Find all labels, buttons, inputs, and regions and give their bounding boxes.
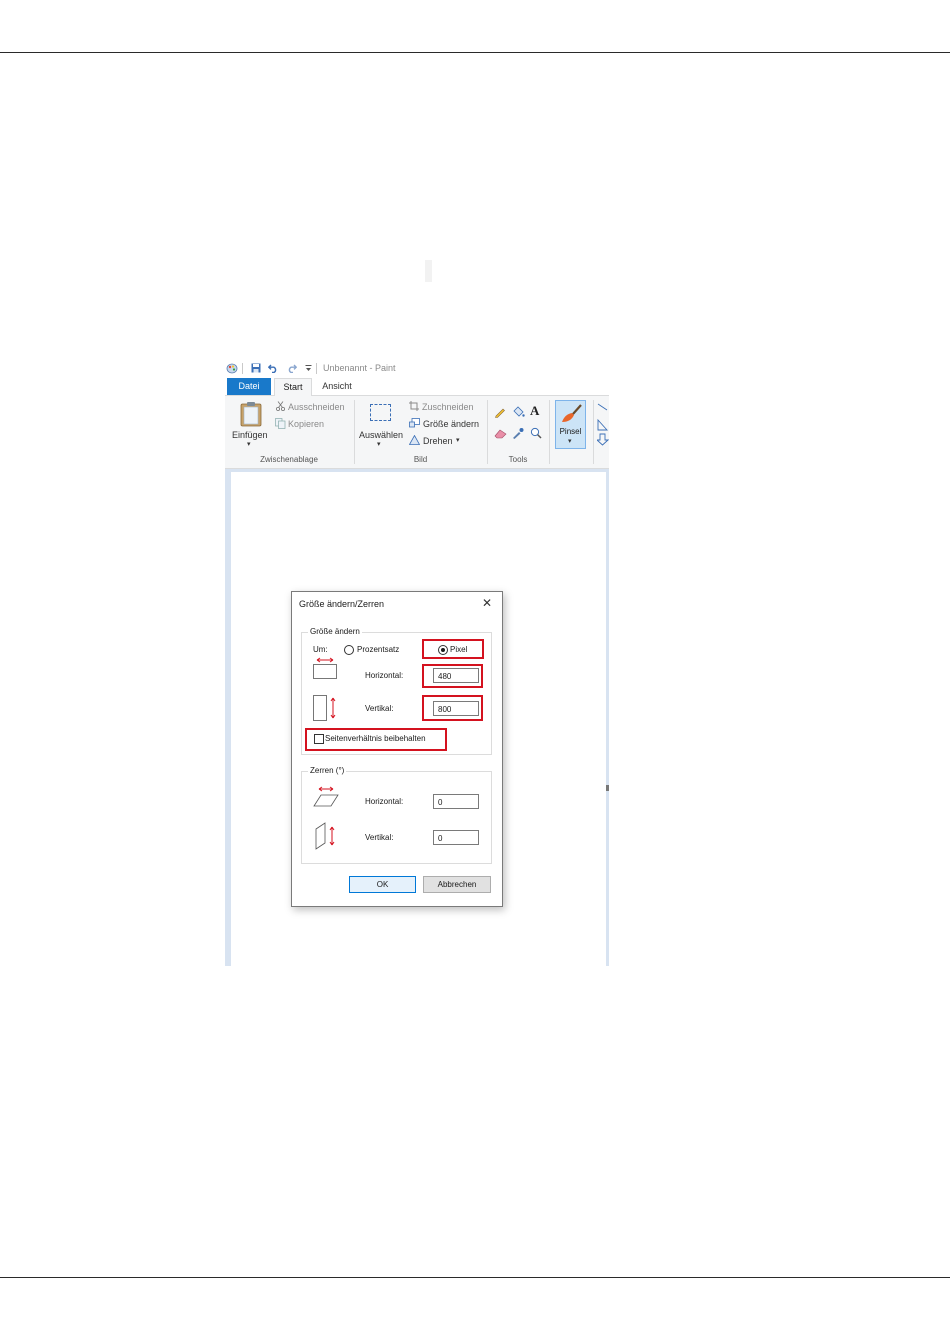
undo-icon[interactable] — [268, 363, 278, 373]
magnifier-icon[interactable] — [530, 427, 542, 439]
window-title: Unbenannt - Paint — [323, 363, 396, 373]
group-divider — [549, 400, 550, 464]
highlight-keep-ratio — [305, 728, 447, 751]
canvas-resize-handle[interactable] — [606, 785, 609, 791]
page-header-rule — [0, 52, 950, 53]
by-label: Um: — [313, 645, 328, 654]
vertical-skew-icon — [315, 822, 335, 850]
brush-icon — [562, 404, 582, 422]
copy-icon — [275, 418, 286, 429]
ribbon-tabs: Datei Start Ansicht — [225, 378, 609, 397]
skew-group-legend: Zerren (°) — [308, 766, 347, 775]
rotate-button[interactable]: Drehen — [423, 436, 453, 446]
percent-radio[interactable] — [344, 645, 354, 655]
ok-button[interactable]: OK — [349, 876, 416, 893]
resize-vertical-label: Vertikal: — [365, 704, 394, 713]
chevron-down-icon[interactable]: ▾ — [247, 440, 251, 448]
skew-group: Zerren (°) Horizontal: 0 Vertikal: 0 — [301, 766, 492, 864]
eraser-icon[interactable] — [494, 428, 507, 439]
resize-skew-dialog: Größe ändern/Zerren ✕ Größe ändern Um: P… — [291, 591, 503, 907]
qat-divider — [316, 363, 317, 374]
scissors-icon — [276, 401, 285, 411]
resize-horizontal-label: Horizontal: — [365, 671, 404, 680]
dialog-title: Größe ändern/Zerren — [299, 599, 385, 609]
horizontal-skew-icon — [313, 786, 339, 807]
paste-button[interactable]: Einfügen — [232, 430, 268, 440]
customize-arrow-icon[interactable] — [305, 363, 312, 373]
ribbon: Einfügen ▾ Ausschneiden Kopieren Zwische… — [225, 396, 609, 469]
pencil-icon[interactable] — [494, 406, 506, 418]
resize-icon — [409, 418, 420, 428]
paint-app-icon[interactable] — [226, 362, 238, 374]
save-icon[interactable] — [251, 363, 261, 373]
crop-icon — [409, 401, 419, 411]
copy-button[interactable]: Kopieren — [288, 419, 324, 429]
close-icon[interactable]: ✕ — [482, 596, 492, 610]
fill-bucket-icon[interactable] — [512, 405, 525, 418]
cut-button[interactable]: Ausschneiden — [288, 402, 345, 412]
select-button[interactable]: Auswählen — [359, 430, 403, 440]
resize-button[interactable]: Größe ändern — [423, 419, 479, 429]
page-footer-rule — [0, 1277, 950, 1278]
redo-icon[interactable] — [287, 363, 297, 373]
clipboard-icon[interactable] — [240, 401, 262, 427]
chevron-down-icon[interactable]: ▾ — [456, 436, 460, 444]
text-tool-icon[interactable]: A — [530, 403, 539, 419]
resize-group-legend: Größe ändern — [308, 627, 362, 636]
brush-button[interactable]: Pinsel ▾ — [555, 400, 586, 449]
quick-access-toolbar: Unbenannt - Paint — [225, 358, 609, 378]
highlight-pixel-option — [422, 639, 484, 659]
highlight-horizontal-value — [422, 664, 483, 688]
skew-horizontal-input[interactable]: 0 — [433, 794, 479, 809]
scan-artifact — [425, 260, 432, 282]
vertical-resize-icon — [313, 695, 336, 721]
shapes-icon[interactable] — [597, 402, 609, 446]
group-label-tools: Tools — [508, 455, 528, 464]
cancel-button[interactable]: Abbrechen — [423, 876, 491, 893]
qat-divider — [242, 363, 243, 374]
group-label-image: Bild — [413, 455, 428, 464]
chevron-down-icon: ▾ — [568, 438, 572, 445]
group-divider — [593, 400, 594, 464]
highlight-vertical-value — [422, 695, 483, 721]
tab-start[interactable]: Start — [274, 378, 312, 397]
skew-vertical-input[interactable]: 0 — [433, 830, 479, 845]
group-label-clipboard: Zwischenablage — [260, 455, 318, 464]
skew-vertical-label: Vertikal: — [365, 833, 394, 842]
chevron-down-icon[interactable]: ▾ — [377, 440, 381, 448]
skew-horizontal-label: Horizontal: — [365, 797, 404, 806]
horizontal-resize-icon — [313, 657, 337, 679]
color-picker-icon[interactable] — [512, 427, 524, 439]
percent-label: Prozentsatz — [357, 645, 400, 654]
rotate-icon — [409, 435, 420, 445]
crop-button[interactable]: Zuschneiden — [422, 402, 474, 412]
brush-label: Pinsel — [559, 427, 582, 436]
select-icon[interactable] — [370, 404, 391, 421]
tab-view[interactable]: Ansicht — [317, 378, 357, 395]
tab-file[interactable]: Datei — [227, 378, 271, 395]
